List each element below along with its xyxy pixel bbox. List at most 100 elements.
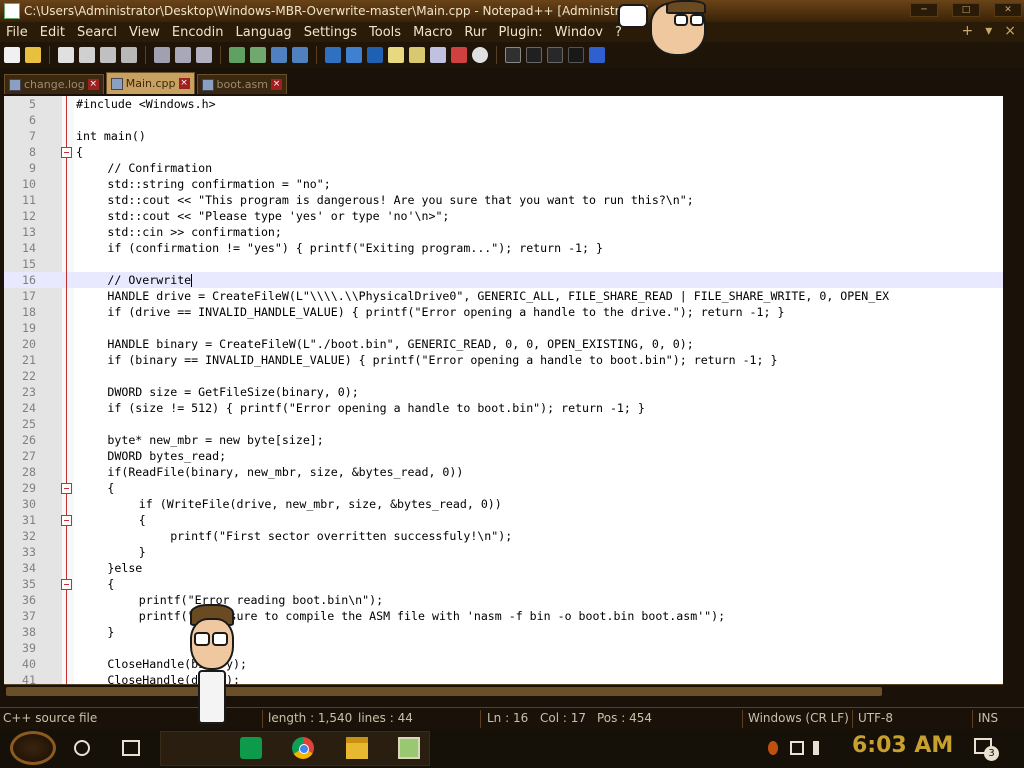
menu-plugins[interactable]: Plugin: bbox=[492, 25, 548, 40]
menu-tools[interactable]: Tools bbox=[363, 25, 407, 40]
code-line[interactable]: 14 if (confirmation != "yes") { printf("E… bbox=[4, 240, 1003, 256]
horizontal-scrollbar[interactable] bbox=[4, 684, 1003, 698]
code-line[interactable]: 32 printf("First sector overritten succes… bbox=[4, 528, 1003, 544]
maximize-button[interactable]: □ bbox=[952, 3, 980, 17]
menu-encoding[interactable]: Encodin bbox=[166, 25, 230, 40]
close-icon[interactable]: × bbox=[270, 79, 282, 90]
code-line[interactable]: 13 std::cin >> confirmation; bbox=[4, 224, 1003, 240]
play-multiple-icon[interactable] bbox=[547, 47, 563, 63]
code-line[interactable]: 30 if (WriteFile(drive, new_mbr, size, &b… bbox=[4, 496, 1003, 512]
sheets-app-icon[interactable] bbox=[240, 737, 262, 759]
scrollbar-thumb[interactable] bbox=[6, 687, 882, 696]
code-line[interactable]: 16 // Overwrite bbox=[4, 272, 1003, 288]
new-file-icon[interactable] bbox=[4, 47, 20, 63]
menu-run[interactable]: Rur bbox=[458, 25, 492, 40]
code-line[interactable]: 20 HANDLE binary = CreateFileW(L"./boot.b… bbox=[4, 336, 1003, 352]
fold-toggle-icon[interactable] bbox=[61, 147, 72, 158]
code-editor[interactable]: 5 #include <Windows.h> 6 7 int main() 8{9// C… bbox=[4, 96, 1003, 684]
code-line[interactable]: 28 if(ReadFile(binary, new_mbr, size, &by… bbox=[4, 464, 1003, 480]
stop-macro-icon[interactable] bbox=[505, 47, 521, 63]
chrome-app-icon[interactable] bbox=[292, 737, 314, 759]
notepadpp-taskbar-icon[interactable] bbox=[398, 737, 420, 759]
search-circle-icon[interactable] bbox=[74, 740, 90, 756]
notification-center-icon[interactable]: 3 bbox=[974, 738, 999, 761]
code-lines[interactable]: 5 #include <Windows.h> 6 7 int main() 8{9// C… bbox=[4, 96, 1003, 684]
tray-chevron-icon[interactable] bbox=[768, 741, 778, 755]
close-file-icon[interactable] bbox=[100, 47, 116, 63]
start-button[interactable] bbox=[10, 731, 56, 765]
save-all-icon[interactable] bbox=[79, 47, 95, 63]
code-line[interactable]: 17 HANDLE drive = CreateFileW(L"\\\\.\\Ph… bbox=[4, 288, 1003, 304]
menu-edit[interactable]: Edit bbox=[34, 25, 71, 40]
fold-toggle-icon[interactable] bbox=[61, 483, 72, 494]
code-line[interactable]: 27 DWORD bytes_read; bbox=[4, 448, 1003, 464]
code-line[interactable]: 34}else bbox=[4, 560, 1003, 576]
zoom-out-icon[interactable] bbox=[292, 47, 308, 63]
code-line[interactable]: 8{ bbox=[4, 144, 1003, 160]
close-button[interactable]: ✕ bbox=[994, 3, 1022, 17]
volume-muted-icon[interactable] bbox=[813, 741, 827, 755]
code-line[interactable]: 31 { bbox=[4, 512, 1003, 528]
doc-map-icon[interactable] bbox=[388, 47, 404, 63]
code-line[interactable]: 35 { bbox=[4, 576, 1003, 592]
task-view-icon[interactable] bbox=[122, 740, 140, 756]
play-macro-icon[interactable] bbox=[526, 47, 542, 63]
find-icon[interactable] bbox=[229, 47, 245, 63]
code-line[interactable]: 7 int main() bbox=[4, 128, 1003, 144]
code-line[interactable]: 18 if (drive == INVALID_HANDLE_VALUE) { p… bbox=[4, 304, 1003, 320]
function-list-icon[interactable] bbox=[409, 47, 425, 63]
code-line[interactable]: 25 bbox=[4, 416, 1003, 432]
file-explorer-icon[interactable] bbox=[346, 737, 368, 759]
code-line[interactable]: 33} bbox=[4, 544, 1003, 560]
code-line[interactable]: 5 #include <Windows.h> bbox=[4, 96, 1003, 112]
close-doc-icon[interactable]: × bbox=[1004, 23, 1016, 39]
show-all-chars-icon[interactable] bbox=[346, 47, 362, 63]
record-macro-icon[interactable] bbox=[451, 47, 467, 63]
tab-change-log[interactable]: change.log × bbox=[4, 74, 104, 94]
save-icon[interactable] bbox=[58, 47, 74, 63]
menu-window[interactable]: Windov bbox=[549, 25, 609, 40]
cut-icon[interactable] bbox=[154, 47, 170, 63]
menu-search[interactable]: Searcl bbox=[71, 25, 123, 40]
menu-macro[interactable]: Macro bbox=[407, 25, 458, 40]
open-file-icon[interactable] bbox=[25, 47, 41, 63]
zoom-in-icon[interactable] bbox=[271, 47, 287, 63]
code-line[interactable]: 39 bbox=[4, 640, 1003, 656]
taskbar-clock[interactable]: 6:03 AM bbox=[852, 733, 953, 758]
fold-toggle-icon[interactable] bbox=[61, 515, 72, 526]
code-line[interactable]: 37 printf("Make sure to compile the ASM f… bbox=[4, 608, 1003, 624]
save-macro-icon[interactable] bbox=[568, 47, 584, 63]
monitor-icon[interactable] bbox=[472, 47, 488, 63]
tab-main-cpp[interactable]: Main.cpp × bbox=[105, 72, 195, 94]
indent-guide-icon[interactable] bbox=[367, 47, 383, 63]
print-icon[interactable] bbox=[121, 47, 137, 63]
copy-icon[interactable] bbox=[175, 47, 191, 63]
new-tab-plus-icon[interactable]: + bbox=[962, 23, 974, 39]
close-icon[interactable]: × bbox=[87, 79, 99, 90]
code-line[interactable]: 19 bbox=[4, 320, 1003, 336]
tab-boot-asm[interactable]: boot.asm × bbox=[196, 74, 287, 94]
word-wrap-icon[interactable] bbox=[325, 47, 341, 63]
run-icon[interactable] bbox=[589, 47, 605, 63]
code-line[interactable]: 22 bbox=[4, 368, 1003, 384]
code-line[interactable]: 6 bbox=[4, 112, 1003, 128]
code-line[interactable]: 24 if (size != 512) { printf("Error openi… bbox=[4, 400, 1003, 416]
code-line[interactable]: 29 { bbox=[4, 480, 1003, 496]
fold-toggle-icon[interactable] bbox=[61, 579, 72, 590]
menu-settings[interactable]: Settings bbox=[298, 25, 363, 40]
code-line[interactable]: 12 std::cout << "Please type 'yes' or typ… bbox=[4, 208, 1003, 224]
minimize-button[interactable]: ─ bbox=[910, 3, 938, 17]
code-line[interactable]: 15 bbox=[4, 256, 1003, 272]
code-line[interactable]: 23 DWORD size = GetFileSize(binary, 0); bbox=[4, 384, 1003, 400]
code-line[interactable]: 21 if (binary == INVALID_HANDLE_VALUE) { … bbox=[4, 352, 1003, 368]
code-line[interactable]: 38} bbox=[4, 624, 1003, 640]
code-line[interactable]: 10 std::string confirmation = "no"; bbox=[4, 176, 1003, 192]
replace-icon[interactable] bbox=[250, 47, 266, 63]
code-line[interactable]: 9 // Confirmation bbox=[4, 160, 1003, 176]
code-line[interactable]: 41 CloseHandle(drive); bbox=[4, 672, 1003, 684]
tab-list-chevron-icon[interactable]: ▾ bbox=[985, 23, 992, 39]
code-line[interactable]: 36 printf("Error reading boot.bin\n"); bbox=[4, 592, 1003, 608]
close-icon[interactable]: × bbox=[178, 78, 190, 89]
code-line[interactable]: 40 CloseHandle(binary); bbox=[4, 656, 1003, 672]
menu-language[interactable]: Languag bbox=[230, 25, 298, 40]
